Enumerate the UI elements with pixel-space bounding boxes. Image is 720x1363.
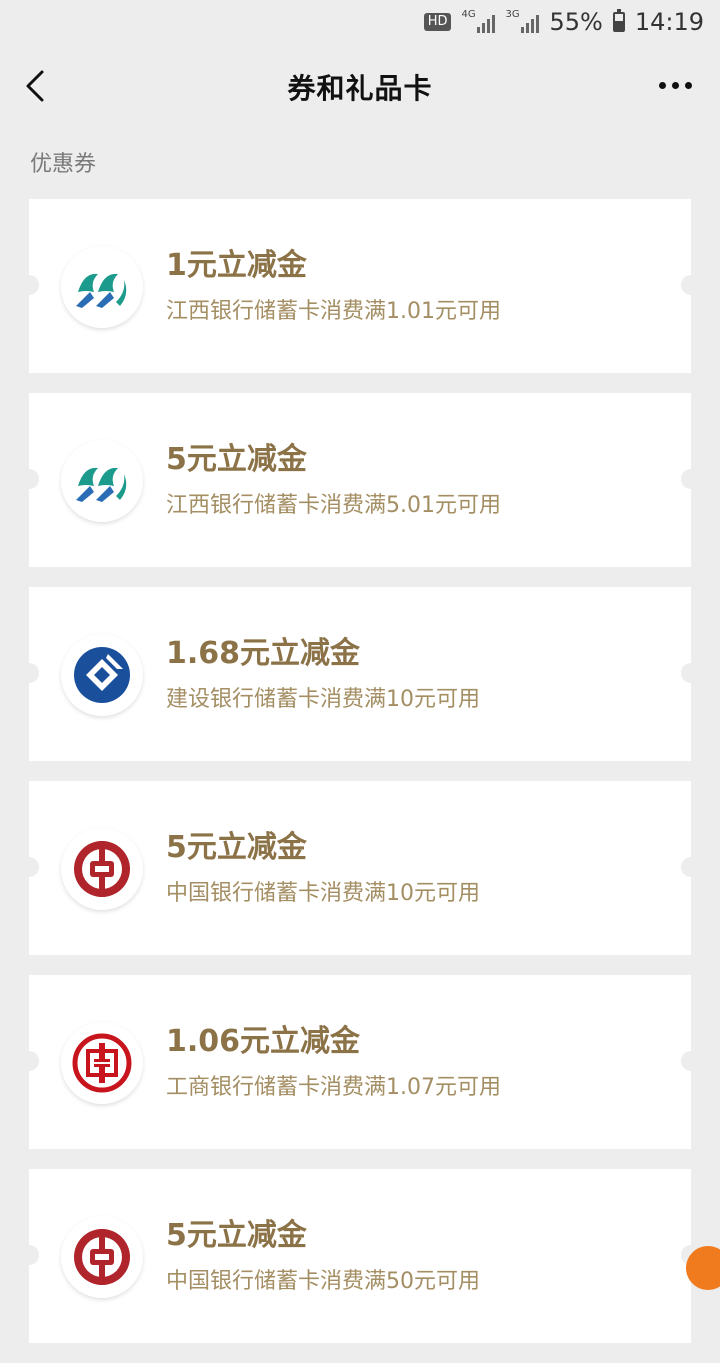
coupon-card[interactable]: 1.06元立减金 工商银行储蓄卡消费满1.07元可用 xyxy=(19,975,701,1149)
coupon-condition: 建设银行储蓄卡消费满10元可用 xyxy=(166,687,480,712)
coupon-amount: 5元立减金 xyxy=(166,442,307,477)
coupon-condition: 工商银行储蓄卡消费满1.07元可用 xyxy=(166,1075,501,1100)
signal-4g-icon: 4G xyxy=(461,9,496,33)
clock: 14:19 xyxy=(634,8,704,36)
battery-icon xyxy=(612,9,625,32)
card-notch xyxy=(19,469,39,489)
coupon-card[interactable]: 1.68元立减金 建设银行储蓄卡消费满10元可用 xyxy=(19,587,701,761)
floating-shortcut-icon[interactable] xyxy=(686,1246,720,1290)
coupon-text: 1元立减金 江西银行储蓄卡消费满1.01元可用 xyxy=(166,247,501,325)
coupon-card[interactable]: 5元立减金 中国银行储蓄卡消费满10元可用 xyxy=(19,781,701,955)
hd-badge: HD xyxy=(423,13,452,31)
icbc-logo xyxy=(61,1022,143,1104)
coupon-amount: 5元立减金 xyxy=(166,1218,307,1253)
card-notch xyxy=(681,275,701,295)
page-title: 券和礼品卡 xyxy=(287,72,433,105)
status-bar: HD 4G 3G 55% 14:19 xyxy=(0,0,720,44)
card-notch xyxy=(19,1051,39,1071)
more-dots-icon[interactable] xyxy=(659,82,692,89)
ccb-logo xyxy=(61,634,143,716)
coupon-text: 5元立减金 中国银行储蓄卡消费满50元可用 xyxy=(166,1217,480,1295)
card-notch xyxy=(19,857,39,877)
coupon-text: 5元立减金 江西银行储蓄卡消费满5.01元可用 xyxy=(166,441,501,519)
boc-logo xyxy=(61,828,143,910)
battery-percent: 55% xyxy=(549,8,603,36)
card-notch xyxy=(681,469,701,489)
coupon-amount: 5元立减金 xyxy=(166,830,307,865)
coupon-text: 5元立减金 中国银行储蓄卡消费满10元可用 xyxy=(166,829,480,907)
coupon-text: 1.06元立减金 工商银行储蓄卡消费满1.07元可用 xyxy=(166,1023,501,1101)
coupon-amount: 1.68元立减金 xyxy=(166,636,361,671)
coupon-card[interactable]: 5元立减金 江西银行储蓄卡消费满5.01元可用 xyxy=(19,393,701,567)
coupon-card[interactable]: 5元立减金 中国银行储蓄卡消费满50元可用 xyxy=(19,1169,701,1343)
boc-logo xyxy=(61,1216,143,1298)
coupon-card[interactable]: 1元立减金 江西银行储蓄卡消费满1.01元可用 xyxy=(19,199,701,373)
section-title: 优惠券 xyxy=(30,152,97,177)
card-notch xyxy=(19,1245,39,1265)
coupon-amount: 1元立减金 xyxy=(166,248,307,283)
coupon-condition: 中国银行储蓄卡消费满10元可用 xyxy=(166,881,480,906)
coupon-text: 1.68元立减金 建设银行储蓄卡消费满10元可用 xyxy=(166,635,480,713)
card-notch xyxy=(19,663,39,683)
card-notch xyxy=(681,663,701,683)
coupon-condition: 中国银行储蓄卡消费满50元可用 xyxy=(166,1269,480,1294)
coupon-condition: 江西银行储蓄卡消费满1.01元可用 xyxy=(166,299,501,324)
card-notch xyxy=(681,1051,701,1071)
top-bar: 券和礼品卡 xyxy=(0,44,720,130)
jiangxi-bank-logo xyxy=(61,440,143,522)
card-notch xyxy=(681,857,701,877)
coupon-amount: 1.06元立减金 xyxy=(166,1024,361,1059)
coupon-condition: 江西银行储蓄卡消费满5.01元可用 xyxy=(166,493,501,518)
jiangxi-bank-logo xyxy=(61,246,143,328)
coupon-list: 1元立减金 江西银行储蓄卡消费满1.01元可用 5元立减金 江西银行储蓄卡消费满… xyxy=(19,199,701,1363)
chevron-left-icon[interactable] xyxy=(22,68,52,104)
signal-3g-icon: 3G xyxy=(505,9,540,33)
card-notch xyxy=(19,275,39,295)
